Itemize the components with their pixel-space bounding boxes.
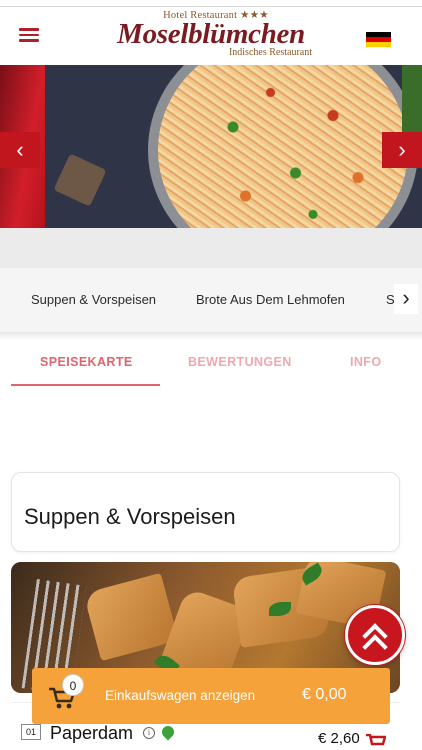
header: Hotel Restaurant ★★★ Moselblümchen Indis…: [0, 7, 422, 65]
logo-name: Moselblümchen: [117, 18, 305, 50]
category-brote-lehmofen[interactable]: Brote Aus Dem Lehmofen: [196, 292, 345, 307]
chevron-right-icon[interactable]: ›: [394, 284, 418, 314]
hero-biryani: [158, 65, 408, 228]
section-card: Suppen & Vorspeisen: [11, 472, 400, 552]
hero-image-slider: [0, 65, 422, 228]
scroll-to-top-button[interactable]: [345, 605, 405, 665]
category-suppen-vorspeisen[interactable]: Suppen & Vorspeisen: [31, 292, 156, 307]
hero-board: [53, 153, 107, 207]
spacer-band: [0, 228, 422, 268]
info-icon[interactable]: i: [143, 727, 155, 739]
item-price: € 2,60: [318, 730, 360, 747]
add-to-cart-icon[interactable]: [366, 734, 386, 748]
cart-label: Einkaufswagen anzeigen: [105, 688, 256, 703]
chevron-right-icon[interactable]: ›: [382, 132, 422, 168]
restaurant-logo[interactable]: Hotel Restaurant ★★★ Moselblümchen Indis…: [96, 9, 326, 65]
german-flag-icon[interactable]: [366, 32, 391, 47]
cart-count-badge: 0: [62, 674, 84, 696]
hamburger-menu-icon[interactable]: [18, 25, 44, 47]
app-screen: Hotel Restaurant ★★★ Moselblümchen Indis…: [0, 0, 422, 750]
tab-bewertungen[interactable]: BEWERTUNGEN: [188, 355, 292, 369]
category-scroller[interactable]: Suppen & Vorspeisen Brote Aus Dem Lehmof…: [0, 268, 422, 332]
item-number: 01: [21, 724, 41, 740]
chevron-left-icon[interactable]: ‹: [0, 132, 40, 168]
tab-speisekarte[interactable]: SPEISEKARTE: [40, 355, 133, 369]
tabs-shadow: [0, 332, 422, 340]
item-name: Paperdam: [50, 723, 134, 743]
view-cart-button[interactable]: Einkaufswagen anzeigen € 0,00: [32, 668, 390, 724]
section-title: Suppen & Vorspeisen: [24, 504, 236, 529]
cart-total: € 0,00: [302, 686, 347, 703]
tab-info[interactable]: INFO: [350, 355, 381, 369]
active-tab-indicator: [11, 384, 160, 386]
